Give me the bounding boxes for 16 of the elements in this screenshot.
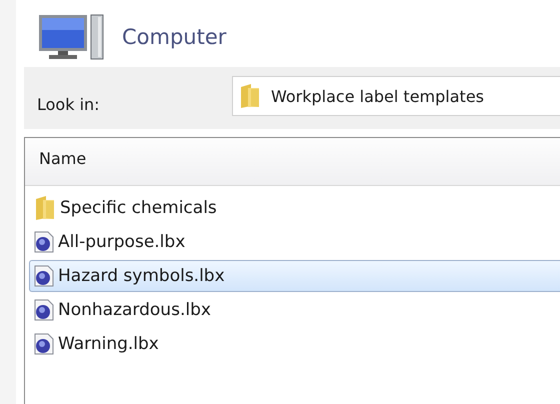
file-row[interactable]: Nonhazardous.lbx (29, 294, 560, 326)
file-row[interactable]: Hazard symbols.lbx (29, 260, 560, 292)
document-icon (34, 265, 54, 287)
look-in-dropdown[interactable]: Workplace label templates (232, 76, 560, 116)
file-row[interactable]: Warning.lbx (29, 328, 560, 360)
folder-icon (239, 83, 261, 109)
folder-icon (34, 195, 56, 221)
document-icon (34, 231, 54, 253)
location-title: Computer (122, 25, 226, 49)
document-icon (34, 333, 54, 355)
file-row[interactable]: All-purpose.lbx (29, 226, 560, 258)
look-in-label: Look in: (37, 94, 101, 114)
document-icon (34, 299, 54, 321)
column-heading[interactable]: Name (39, 149, 86, 168)
file-row[interactable]: Specific chemicals (29, 192, 560, 224)
computer-icon (38, 14, 104, 60)
